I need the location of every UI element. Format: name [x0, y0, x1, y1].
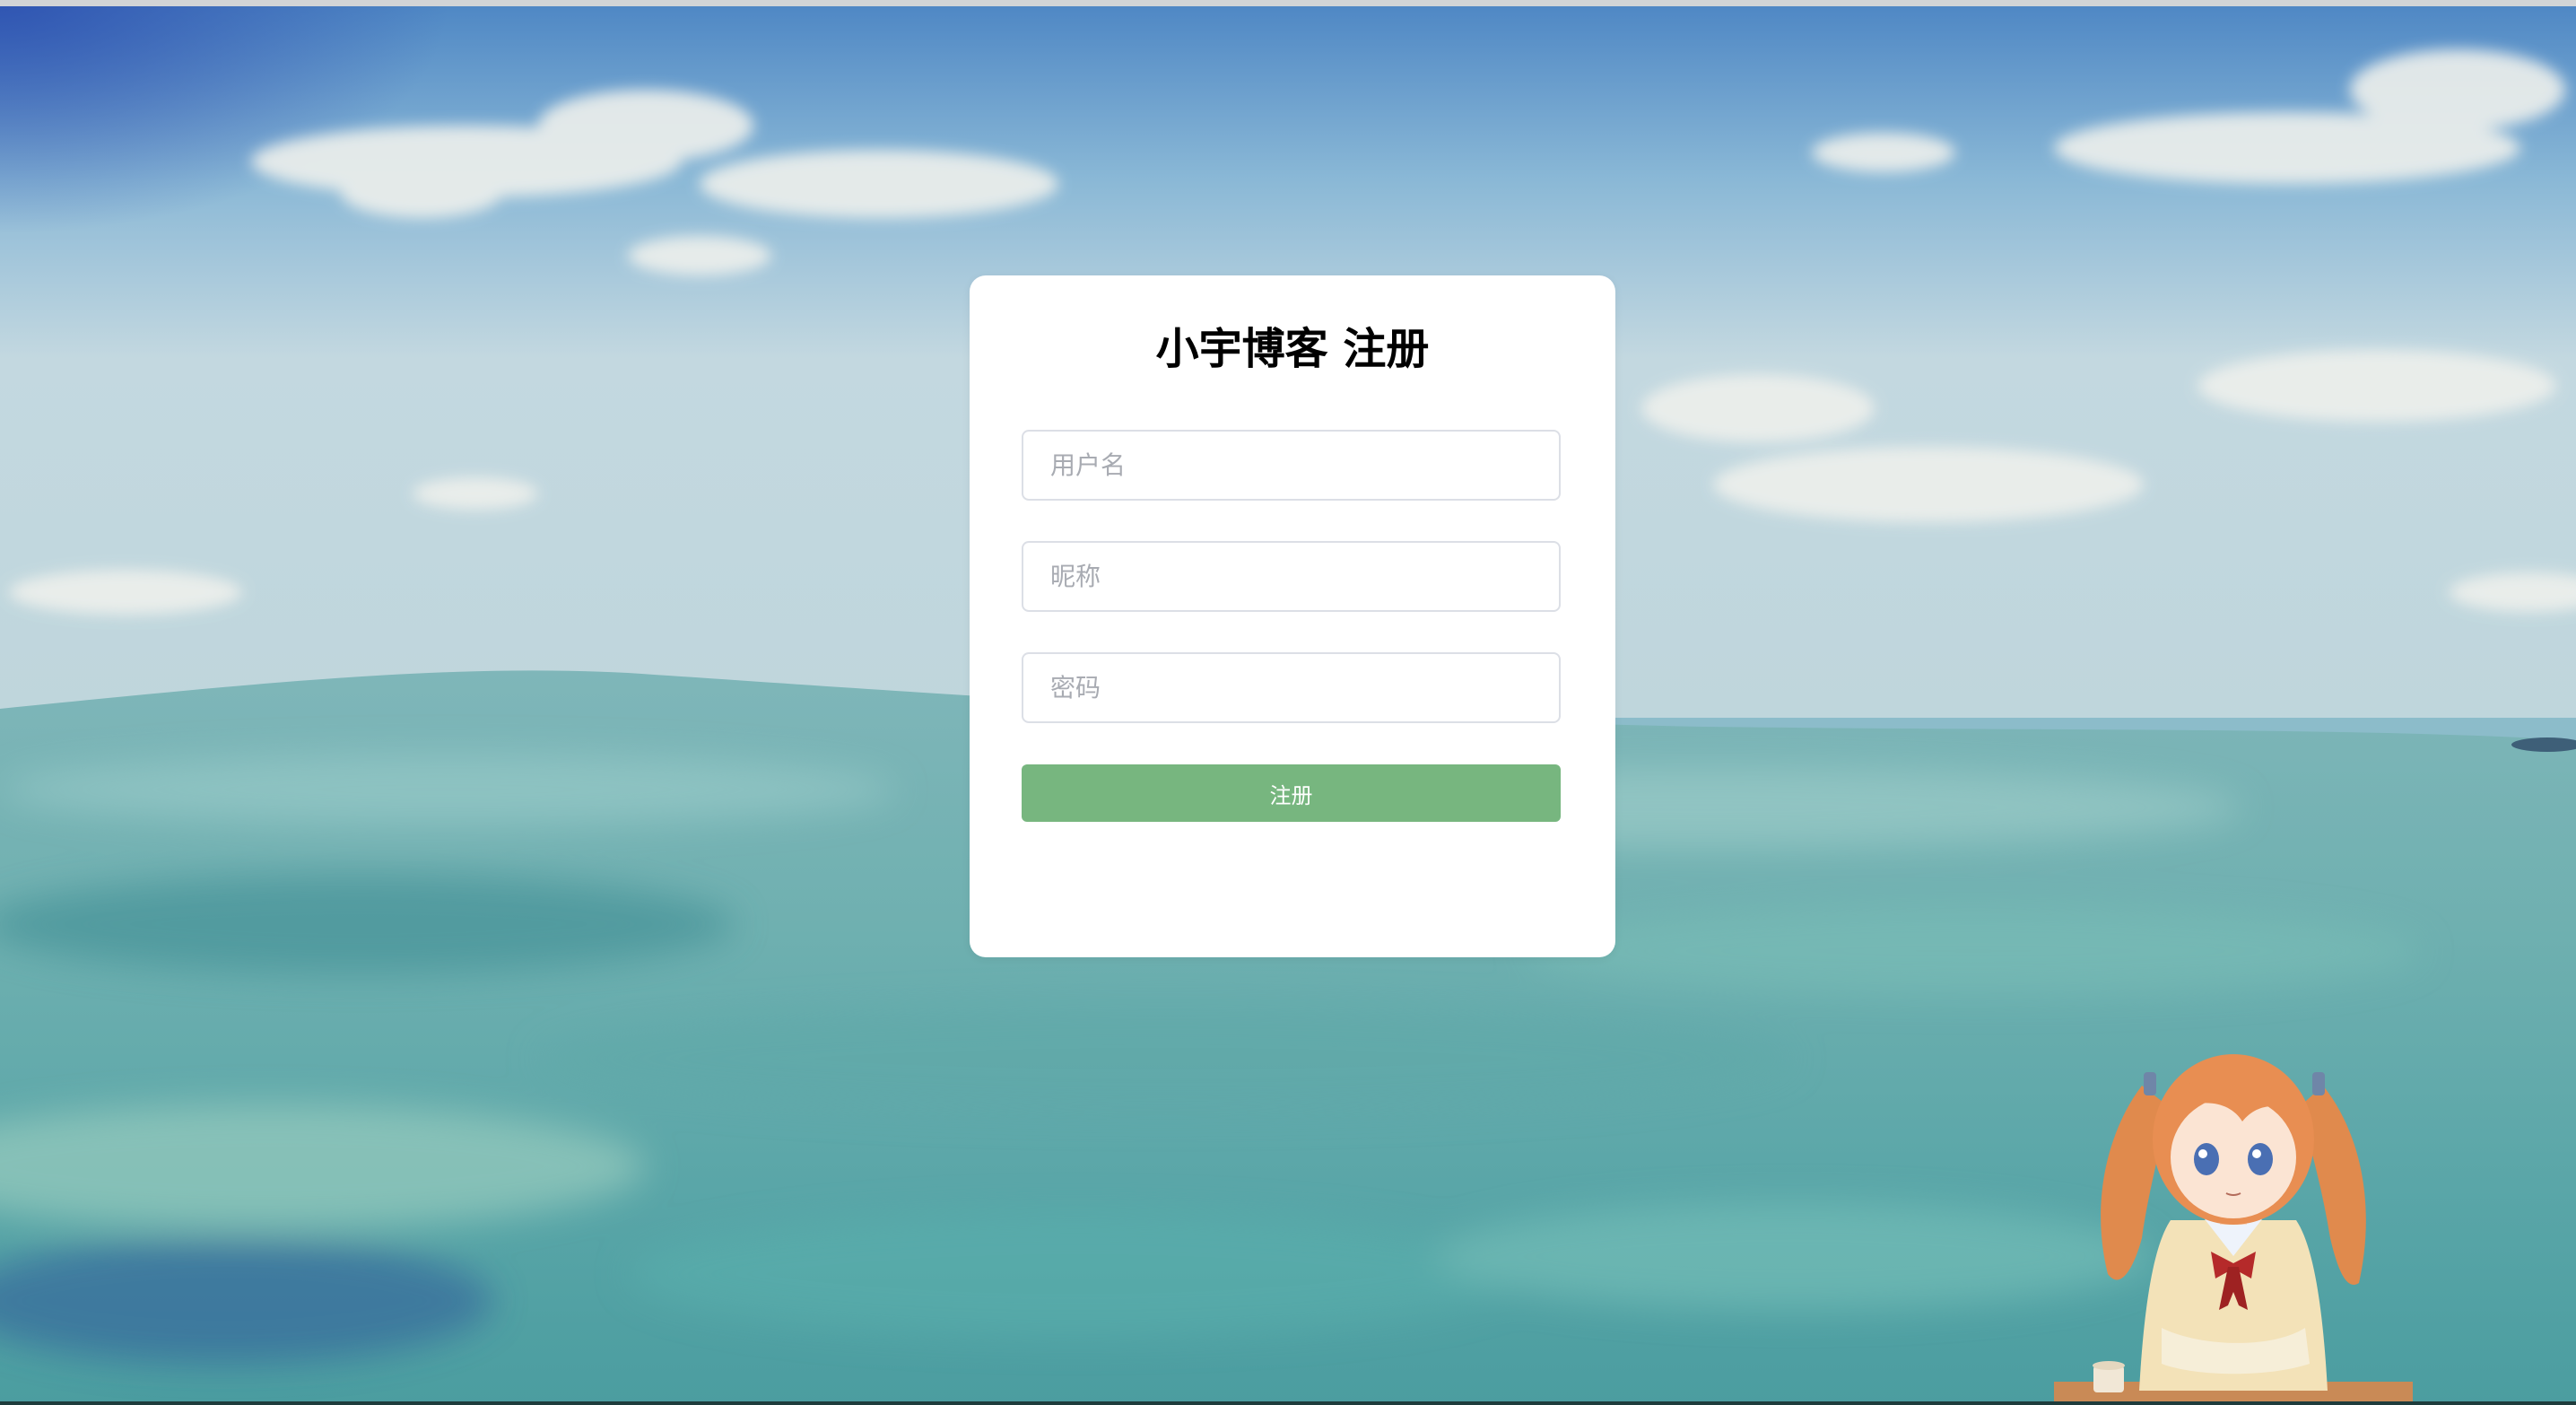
- register-card: 小宇博客 注册 注册: [970, 275, 1615, 957]
- page-title: 小宇博客 注册: [1155, 324, 1430, 374]
- browser-top-edge: [0, 0, 2576, 6]
- register-button[interactable]: 注册: [1022, 764, 1561, 822]
- page-bottom-edge: [0, 1401, 2576, 1405]
- anime-girl-mascot[interactable]: [2036, 1023, 2413, 1405]
- username-input[interactable]: [1022, 430, 1561, 501]
- nickname-input[interactable]: [1022, 541, 1561, 612]
- register-page: 小宇博客 注册 注册: [0, 0, 2576, 1405]
- password-input[interactable]: [1022, 652, 1561, 723]
